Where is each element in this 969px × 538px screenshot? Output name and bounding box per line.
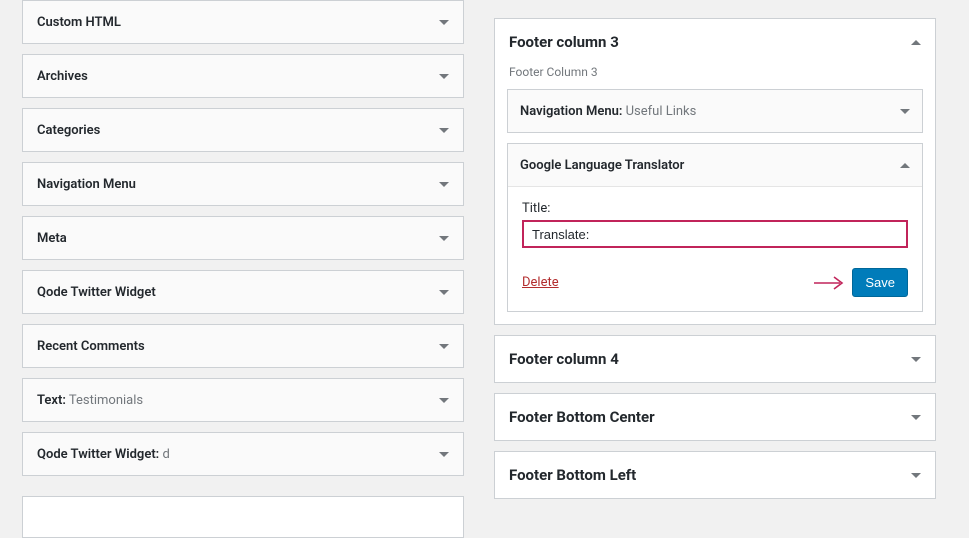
sidebar-header[interactable]: Footer column 3: [495, 19, 935, 65]
chevron-down-icon: [439, 398, 449, 403]
arrow-right-icon: [814, 275, 844, 291]
sidebar-header[interactable]: Footer column 4: [495, 336, 935, 382]
chevron-down-icon: [439, 182, 449, 187]
widget-categories[interactable]: Categories: [22, 108, 464, 152]
widget-qode-twitter[interactable]: Qode Twitter Widget: [22, 270, 464, 314]
save-button[interactable]: Save: [852, 268, 908, 297]
sidebar-header[interactable]: Footer Bottom Center: [495, 394, 935, 440]
chevron-down-icon: [911, 415, 921, 420]
widget-text-testimonials[interactable]: Text: Testimonials: [22, 378, 464, 422]
sidebar-footer-bottom-left[interactable]: Footer Bottom Left: [494, 451, 936, 499]
widget-header[interactable]: Categories: [23, 109, 463, 151]
sidebar-title: Footer column 3: [509, 33, 619, 51]
widget-title: Qode Twitter Widget: d: [37, 447, 170, 462]
chevron-down-icon: [439, 290, 449, 295]
sidebar-footer-column-4[interactable]: Footer column 4: [494, 335, 936, 383]
widget-title: Archives: [37, 69, 88, 84]
delete-link[interactable]: Delete: [522, 275, 559, 290]
title-input[interactable]: [522, 220, 908, 248]
widget-title: Navigation Menu: [37, 177, 136, 192]
sidebar-body: Navigation Menu: Useful Links Google Lan…: [495, 89, 935, 324]
nested-title: Google Language Translator: [520, 158, 684, 173]
chevron-up-icon: [911, 40, 921, 45]
chevron-down-icon: [439, 128, 449, 133]
empty-panel: [22, 496, 464, 538]
widget-custom-html[interactable]: Custom HTML: [22, 0, 464, 44]
widget-header[interactable]: Qode Twitter Widget: [23, 271, 463, 313]
chevron-down-icon: [439, 236, 449, 241]
widget-header[interactable]: Custom HTML: [23, 1, 463, 43]
sidebar-title: Footer Bottom Left: [509, 466, 636, 484]
widget-title: Custom HTML: [37, 15, 121, 30]
widget-header[interactable]: Meta: [23, 217, 463, 259]
chevron-down-icon: [439, 344, 449, 349]
nested-widget-google-translator: Google Language Translator Title: Delete: [507, 143, 923, 312]
widget-title: Categories: [37, 123, 100, 138]
chevron-down-icon: [439, 20, 449, 25]
widget-title: Meta: [37, 231, 67, 246]
widget-recent-comments[interactable]: Recent Comments: [22, 324, 464, 368]
sidebar-footer-bottom-center[interactable]: Footer Bottom Center: [494, 393, 936, 441]
widget-title: Recent Comments: [37, 339, 145, 354]
chevron-up-icon: [900, 163, 910, 168]
chevron-down-icon: [439, 452, 449, 457]
sidebar-title: Footer column 4: [509, 350, 619, 368]
sidebar-header[interactable]: Footer Bottom Left: [495, 452, 935, 498]
widget-archives[interactable]: Archives: [22, 54, 464, 98]
sidebar-title: Footer Bottom Center: [509, 408, 655, 426]
nested-widget-navigation-menu[interactable]: Navigation Menu: Useful Links: [507, 89, 923, 133]
nested-header[interactable]: Navigation Menu: Useful Links: [508, 90, 922, 132]
widget-header[interactable]: Navigation Menu: [23, 163, 463, 205]
nested-body: Title: Delete Save: [508, 186, 922, 311]
widget-header[interactable]: Qode Twitter Widget: d: [23, 433, 463, 475]
widget-header[interactable]: Text: Testimonials: [23, 379, 463, 421]
widget-header[interactable]: Recent Comments: [23, 325, 463, 367]
nested-header[interactable]: Google Language Translator: [508, 144, 922, 186]
nested-title: Navigation Menu: Useful Links: [520, 104, 696, 119]
widget-qode-twitter-d[interactable]: Qode Twitter Widget: d: [22, 432, 464, 476]
chevron-down-icon: [900, 109, 910, 114]
chevron-down-icon: [911, 473, 921, 478]
title-label: Title:: [522, 201, 908, 216]
widget-title: Text: Testimonials: [37, 393, 143, 408]
sidebar-footer-column-3: Footer column 3 Footer Column 3 Navigati…: [494, 18, 936, 325]
widget-navigation-menu[interactable]: Navigation Menu: [22, 162, 464, 206]
widget-title: Qode Twitter Widget: [37, 285, 156, 300]
chevron-down-icon: [911, 357, 921, 362]
widget-header[interactable]: Archives: [23, 55, 463, 97]
sidebar-description: Footer Column 3: [495, 65, 935, 89]
chevron-down-icon: [439, 74, 449, 79]
widget-meta[interactable]: Meta: [22, 216, 464, 260]
